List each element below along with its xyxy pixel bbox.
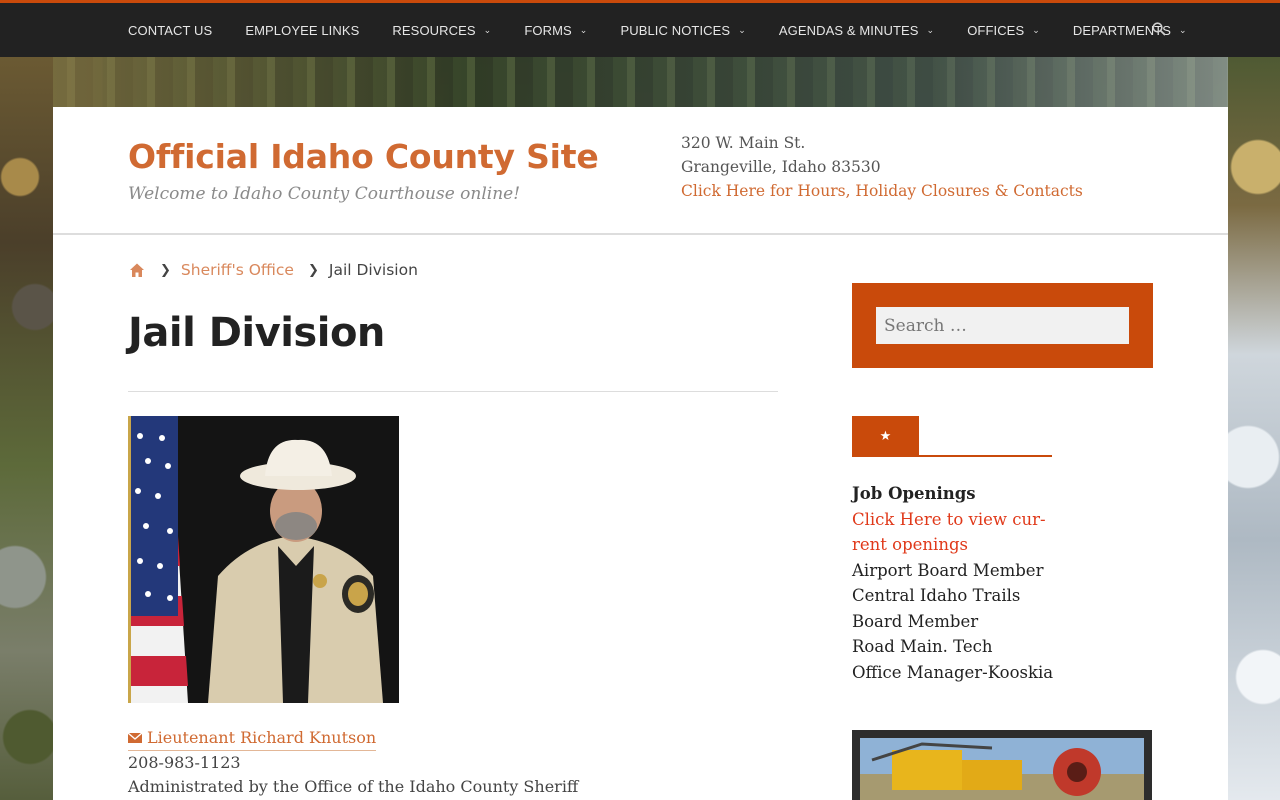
top-navigation: CONTACT US EMPLOYEE LINKS RESOURCES ⌄ FOR… [0, 0, 1280, 57]
nav-item-resources[interactable]: RESOURCES ⌄ [392, 23, 491, 38]
address-city: Grangeville, Idaho 83530 [681, 158, 881, 176]
nav-item-forms[interactable]: FORMS ⌄ [524, 23, 587, 38]
chevron-right-icon: ❯ [307, 262, 319, 278]
nav-item-label: OFFICES [967, 22, 1025, 38]
header-divider [53, 233, 1228, 235]
admin-note: Administrated by the Office of the Idaho… [128, 777, 579, 796]
background-scenery-right [1228, 57, 1280, 800]
chevron-right-icon: ❯ [160, 262, 171, 278]
star-icon: ★ [852, 416, 919, 457]
site-title[interactable]: Official Idaho County Site [128, 137, 599, 176]
nav-item-label: EMPLOYEE LINKS [245, 22, 360, 38]
nav-item-label: FORMS [524, 22, 572, 38]
home-icon[interactable] [128, 261, 146, 279]
search-icon[interactable] [1152, 21, 1168, 37]
contact-name: Lieutenant Richard Knutson [147, 728, 377, 747]
job-item: Road Main. Tech [852, 637, 993, 656]
jobs-heading: Job Openings [852, 484, 976, 503]
title-divider [128, 391, 778, 392]
chevron-down-icon: ⌄ [483, 24, 492, 35]
site-tagline: Welcome to Idaho County Courthouse onlin… [128, 184, 521, 204]
nav-item-label: RESOURCES [392, 22, 476, 38]
lieutenant-photo [128, 416, 399, 703]
contact-email-link[interactable]: Lieutenant Richard Knutson [128, 726, 377, 751]
nav-item-agendas-minutes[interactable]: AGENDAS & MINUTES ⌄ [779, 23, 934, 38]
job-item: Central Idaho Trails [852, 586, 1021, 605]
content-panel: Official Idaho County Site Welcome to Id… [53, 107, 1228, 800]
nav-item-public-notices[interactable]: PUBLIC NOTICES ⌄ [620, 23, 745, 38]
breadcrumb-sheriffs-office[interactable]: Sheriff's Office [181, 261, 294, 279]
equipment-image[interactable] [852, 730, 1152, 800]
background-scenery-top [53, 57, 1228, 107]
contact-phone: 208-983-1123 [128, 753, 241, 772]
breadcrumb-current: Jail Division [328, 261, 418, 279]
contact-info: Lieutenant Richard Knutson 208-983-1123 … [128, 726, 578, 799]
background-scenery-left [0, 57, 53, 800]
chevron-down-icon: ⌄ [1179, 24, 1187, 35]
jobs-link-line: Click Here to view cur- [852, 509, 1046, 529]
jobs-link-line: rent openings [852, 535, 968, 554]
chevron-down-icon: ⌄ [738, 24, 746, 35]
nav-item-offices[interactable]: OFFICES ⌄ [967, 23, 1040, 38]
nav-item-label: AGENDAS & MINUTES [778, 22, 919, 38]
search-input[interactable] [876, 307, 1129, 344]
nav-item-label: PUBLIC NOTICES [620, 22, 731, 38]
address-street: 320 W. Main St. [681, 134, 806, 152]
nav-item-label: CONTACT US [128, 22, 213, 38]
page-title: Jail Division [128, 310, 385, 356]
nav-item-employee-links[interactable]: EMPLOYEE LINKS [245, 23, 359, 38]
header-address: 320 W. Main St. Grangeville, Idaho 83530… [681, 131, 1083, 203]
breadcrumb: ❯ Sheriff's Office ❯ Jail Division [128, 261, 418, 279]
widget-title-rule [852, 455, 1052, 457]
hours-link[interactable]: Click Here for Hours, Holiday Closures &… [681, 179, 1083, 203]
job-item: Office Manager-Kooskia [852, 662, 1054, 682]
chevron-down-icon: ⌄ [926, 24, 935, 35]
chevron-down-icon: ⌄ [1032, 24, 1040, 35]
jobs-link[interactable]: Click Here to view cur- rent openings [852, 507, 1062, 558]
job-openings-widget: Job Openings Click Here to view cur- ren… [852, 481, 1062, 685]
chevron-down-icon: ⌄ [579, 24, 588, 35]
mail-icon [128, 733, 142, 743]
nav-item-contact-us[interactable]: CONTACT US [128, 23, 212, 38]
job-item: Board Member [852, 611, 979, 631]
sidebar-search-widget [852, 283, 1153, 368]
job-item: Airport Board Member [852, 560, 1044, 580]
nav-item-departments[interactable]: DEPARTMENTS ⌄ [1073, 23, 1187, 38]
